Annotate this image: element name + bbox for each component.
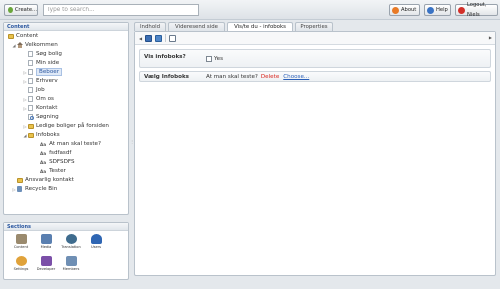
- folder-icon: [17, 177, 23, 183]
- sections-panel-title: Sections: [4, 223, 128, 231]
- collapse-arrow-icon[interactable]: ◢: [12, 43, 16, 48]
- toolbar-divider: [165, 34, 167, 42]
- folder-icon: [28, 123, 34, 129]
- section-media[interactable]: Media: [35, 234, 57, 249]
- globe-icon: [65, 234, 77, 244]
- logout-button[interactable]: Logout, Niels: [455, 2, 498, 18]
- delete-link[interactable]: Delete: [261, 74, 279, 80]
- collapse-arrow-icon[interactable]: ◢: [23, 133, 27, 138]
- section-developer[interactable]: Developer: [35, 256, 57, 271]
- selected-node-name: At man skal teste?: [206, 74, 258, 80]
- content-tree-panel: Content Content ◢ Velkommen Søg bolig Mi…: [3, 22, 129, 215]
- folder-icon: [28, 132, 34, 138]
- tree-node-om-os[interactable]: ▷ Om os: [23, 95, 54, 103]
- tree-node-erhverv[interactable]: ▷ Erhverv: [23, 77, 58, 85]
- section-users[interactable]: Users: [85, 234, 107, 249]
- page-icon: [28, 69, 33, 75]
- about-label: About: [401, 7, 417, 13]
- tree-node-ansvarlig-kontakt[interactable]: Ansvarlig kontakt: [17, 176, 74, 184]
- sections-panel: Sections Content Media Translation Users…: [3, 222, 129, 280]
- section-settings[interactable]: Settings: [10, 256, 32, 271]
- members-icon: [65, 256, 77, 266]
- choose-link[interactable]: Choose...: [283, 74, 309, 80]
- recycle-bin-icon: [17, 186, 22, 192]
- scroll-left-icon[interactable]: ◀: [139, 36, 142, 41]
- text-icon: Aa: [40, 150, 47, 156]
- tree-node-content[interactable]: Content: [8, 32, 38, 40]
- expand-arrow-icon[interactable]: ▷: [23, 106, 27, 111]
- tree-node-kontakt[interactable]: ▷ Kontakt: [23, 104, 57, 112]
- page-icon: [28, 87, 33, 93]
- tree-node-velkommen[interactable]: ◢ Velkommen: [12, 41, 58, 49]
- tab-indhold[interactable]: Indhold: [134, 22, 166, 31]
- section-content[interactable]: Content: [10, 234, 32, 249]
- about-icon: [392, 6, 399, 14]
- property-vaelg-infoboks: Vælg Infoboks At man skal teste? Delete Ch…: [139, 71, 491, 82]
- create-label: Create...: [14, 7, 37, 13]
- settings-icon: [15, 256, 27, 266]
- content-picker: At man skal teste? Delete Choose...: [206, 74, 309, 80]
- tree-node-recycle-bin[interactable]: ▷ Recycle Bin: [12, 185, 57, 193]
- tree-node-fsdfasdf[interactable]: Aa fsdfasdf: [40, 149, 71, 157]
- users-icon: [90, 234, 102, 244]
- property-label: Vis infoboks?: [144, 54, 186, 60]
- text-icon: Aa: [40, 141, 47, 147]
- show-infobox-checkbox[interactable]: [206, 56, 212, 62]
- pane-splitter-handle[interactable]: ⋮: [130, 140, 134, 150]
- developer-icon: [40, 256, 52, 266]
- tree-node-infoboks[interactable]: ◢ Infoboks: [23, 131, 59, 139]
- section-translation[interactable]: Translation: [60, 234, 82, 249]
- help-button[interactable]: Help: [424, 4, 451, 16]
- page-icon: [28, 51, 33, 57]
- media-section-icon: [40, 234, 52, 244]
- tree-node-sdfsdfs[interactable]: Aa SDFSDFS: [40, 158, 75, 166]
- tree-node-sogning[interactable]: Søgning: [28, 113, 59, 121]
- save-icon[interactable]: [145, 34, 153, 42]
- tree-node-min-side[interactable]: Min side: [28, 59, 59, 67]
- expand-arrow-icon[interactable]: ▷: [12, 187, 16, 192]
- checkbox-label: Yes: [214, 56, 224, 62]
- expand-arrow-icon[interactable]: ▷: [23, 70, 27, 75]
- page-icon: [28, 78, 33, 84]
- content-section-icon: [15, 234, 27, 244]
- preview-icon[interactable]: [169, 34, 177, 42]
- editor-toolbar: ◀ ▶: [135, 32, 495, 45]
- help-label: Help: [436, 7, 448, 13]
- folder-icon: [8, 33, 14, 39]
- scroll-right-icon[interactable]: ▶: [489, 35, 492, 40]
- content-panel-title: Content: [4, 23, 128, 31]
- tree-node-job[interactable]: Job: [28, 86, 45, 94]
- page-icon: [28, 96, 33, 102]
- expand-arrow-icon[interactable]: ▷: [23, 124, 27, 129]
- tree-node-beboer[interactable]: ▷ Beboer: [23, 68, 62, 76]
- search-input[interactable]: [43, 4, 199, 16]
- search-page-icon: [28, 114, 34, 120]
- tab-properties[interactable]: Properties: [295, 22, 333, 31]
- property-label: Vælg Infoboks: [144, 74, 189, 80]
- create-icon: [8, 7, 13, 13]
- page-icon: [28, 60, 33, 66]
- text-icon: Aa: [40, 159, 47, 165]
- save-and-publish-icon[interactable]: [155, 34, 163, 42]
- text-icon: Aa: [40, 168, 47, 174]
- home-icon: [17, 42, 23, 48]
- editor-panel: ◀ ▶ Vis infoboks? Yes Vælg Infoboks At m…: [134, 31, 496, 276]
- section-members[interactable]: Members: [60, 256, 82, 271]
- top-bar: Create... About Help Logout, Niels: [0, 0, 500, 20]
- logout-label: Logout, Niels: [467, 2, 487, 18]
- logout-icon: [458, 6, 465, 14]
- tree-node-tester[interactable]: Aa Tester: [40, 167, 66, 175]
- tree-node-sog-bolig[interactable]: Søg bolig: [28, 50, 62, 58]
- tab-videresend-side[interactable]: Videresend side: [168, 22, 225, 31]
- tree-node-at-man-skal-teste[interactable]: Aa At man skal teste?: [40, 140, 101, 148]
- expand-arrow-icon[interactable]: ▷: [23, 97, 27, 102]
- tree-node-ledige-boliger[interactable]: ▷ Ledige boliger på forsiden: [23, 122, 109, 130]
- expand-arrow-icon[interactable]: ▷: [23, 79, 27, 84]
- create-button[interactable]: Create...: [4, 4, 38, 16]
- help-icon: [427, 6, 434, 14]
- editor-tabs: Indhold Videresend side Vis/te du - info…: [134, 22, 496, 32]
- page-icon: [28, 105, 33, 111]
- property-vis-infoboks: Vis infoboks? Yes: [139, 49, 491, 68]
- about-button[interactable]: About: [389, 4, 420, 16]
